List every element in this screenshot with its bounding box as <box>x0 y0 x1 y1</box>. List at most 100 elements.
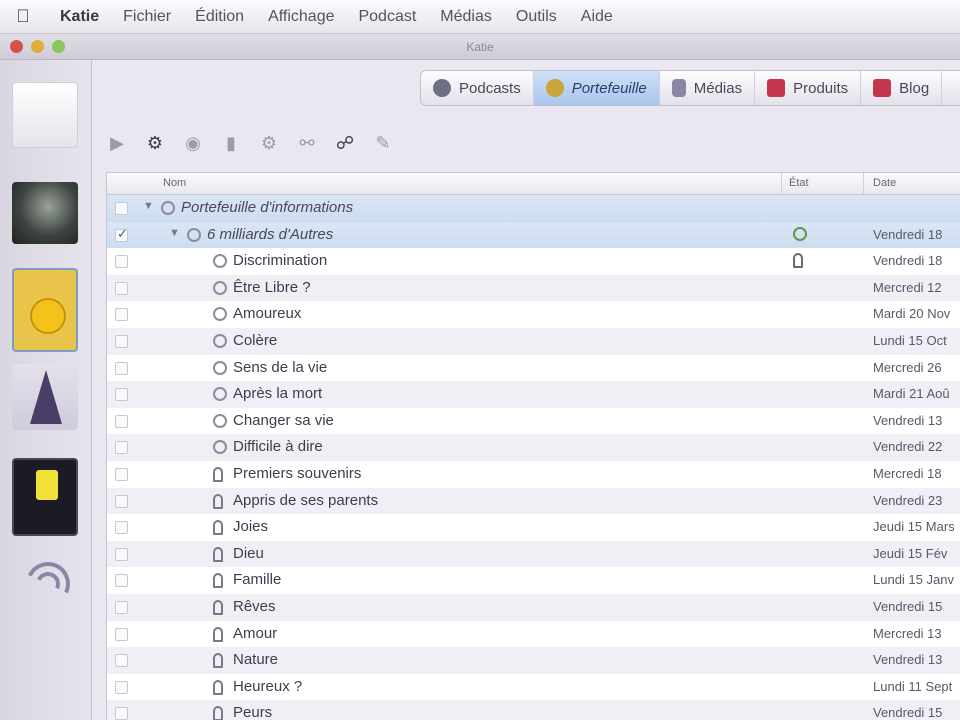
table-row[interactable]: Appris de ses parents Vendredi 23 <box>107 487 960 515</box>
row-checkbox[interactable] <box>115 494 128 508</box>
sidebar-thumbnail-5[interactable] <box>12 458 78 536</box>
menu-medias[interactable]: Médias <box>428 8 504 26</box>
back-arrow-icon[interactable]: ▶ <box>104 130 130 156</box>
row-date: Mercredi 26 <box>873 359 942 375</box>
column-header-date[interactable]: Date <box>873 177 896 189</box>
column-header-name[interactable]: Nom <box>163 177 186 189</box>
link-icon[interactable]: ⚯ <box>294 130 320 156</box>
row-label: Famille <box>233 571 282 589</box>
table-row[interactable]: Joies Jeudi 15 Mars <box>107 514 960 541</box>
row-checkbox[interactable] <box>115 600 128 614</box>
episode-icon <box>213 387 227 402</box>
column-header-etat[interactable]: État <box>789 177 809 189</box>
edit-icon[interactable]: ✎ <box>370 130 396 156</box>
table-row[interactable]: Discrimination Vendredi 18 <box>107 248 960 275</box>
row-checkbox[interactable] <box>115 334 128 348</box>
disclosure-triangle-icon[interactable]: ▼ <box>169 227 180 239</box>
table-row[interactable]: ▼ Portefeuille d'informations <box>107 195 960 222</box>
row-date: Vendredi 13 <box>873 412 943 428</box>
table-row[interactable]: Heureux ? Lundi 11 Sept <box>107 673 960 701</box>
episode-icon <box>213 307 227 322</box>
table-row[interactable]: Amour Mercredi 13 <box>107 620 960 648</box>
row-date: Vendredi 15 <box>873 705 943 720</box>
column-separator <box>863 173 864 195</box>
row-checkbox[interactable] <box>115 521 128 535</box>
portfolio-table: Nom État Date ▼ Portefeuille d'informatio… <box>106 172 960 720</box>
row-checkbox[interactable] <box>115 547 128 561</box>
row-checkbox[interactable] <box>115 441 128 455</box>
menu-edition[interactable]: Édition <box>183 8 256 26</box>
row-checkbox[interactable] <box>115 255 128 269</box>
sidebar-thumbnail-2[interactable] <box>12 182 78 244</box>
row-checkbox[interactable] <box>115 707 128 720</box>
menu-podcast[interactable]: Podcast <box>346 8 428 26</box>
row-checkbox[interactable] <box>115 361 128 375</box>
menu-aide[interactable]: Aide <box>569 8 625 26</box>
document-icon[interactable]: ▮ <box>218 130 244 156</box>
microphone-icon <box>213 599 223 615</box>
row-checkbox[interactable] <box>115 467 128 481</box>
microphone-icon <box>213 520 223 536</box>
sidebar-thumbnail-4[interactable] <box>12 364 78 430</box>
row-date: Mardi 20 Nov <box>873 306 951 322</box>
row-label: Heureux ? <box>233 677 303 695</box>
publish-icon[interactable]: ☍ <box>332 130 358 156</box>
table-row[interactable]: Après la mort Mardi 21 Aoû <box>107 381 960 408</box>
sidebar-thumbnail-3[interactable] <box>12 268 78 352</box>
table-row[interactable]: Colère Lundi 15 Oct <box>107 327 960 355</box>
table-row[interactable]: Être Libre ? Mercredi 12 <box>107 274 960 302</box>
menu-app[interactable]: Katie <box>46 8 111 26</box>
settings-icon[interactable]: ⚙ <box>256 130 282 156</box>
row-label: Être Libre ? <box>233 278 311 296</box>
table-row[interactable]: Dieu Jeudi 15 Fév <box>107 540 960 568</box>
row-checkbox[interactable] <box>115 414 128 428</box>
row-checkbox[interactable] <box>115 574 128 588</box>
apple-menu-icon[interactable]:  <box>0 6 46 27</box>
new-item-icon[interactable]: ⚙ <box>142 130 168 156</box>
row-checkbox[interactable] <box>115 654 128 668</box>
table-row[interactable]: Difficile à dire Vendredi 22 <box>107 434 960 461</box>
state-microphone-icon <box>793 253 803 269</box>
table-row[interactable]: Nature Vendredi 13 <box>107 647 960 674</box>
sidebar-thumbnail-6[interactable] <box>12 554 78 620</box>
row-date: Jeudi 15 Fév <box>873 545 948 561</box>
microphone-icon <box>213 466 223 482</box>
row-label: Peurs <box>233 704 273 720</box>
row-checkbox[interactable] <box>115 226 128 242</box>
row-checkbox[interactable] <box>115 308 128 322</box>
table-row[interactable]: Sens de la vie Mercredi 26 <box>107 354 960 382</box>
menu-outils[interactable]: Outils <box>504 8 569 26</box>
table-row[interactable]: Rêves Vendredi 15 <box>107 593 960 621</box>
table-row[interactable]: Famille Lundi 15 Janv <box>107 567 960 594</box>
table-row[interactable]: Amoureux Mardi 20 Nov <box>107 301 960 328</box>
tab-produits-label: Produits <box>793 79 849 97</box>
sidebar-thumbnail-1[interactable] <box>12 82 78 148</box>
table-row[interactable]: Changer sa vie Vendredi 13 <box>107 407 960 435</box>
row-checkbox[interactable] <box>115 680 128 694</box>
menu-fichier[interactable]: Fichier <box>111 8 183 26</box>
tab-blog[interactable]: Blog <box>861 71 943 105</box>
tab-medias[interactable]: Médias <box>660 71 756 105</box>
row-date: Mercredi 18 <box>873 465 942 481</box>
row-checkbox[interactable] <box>115 627 128 641</box>
tab-podcasts[interactable]: Podcasts <box>421 71 534 105</box>
column-separator <box>781 173 782 195</box>
add-icon[interactable]: ◉ <box>180 130 206 156</box>
toolbar: ▶ ⚙ ◉ ▮ ⚙ ⚯ ☍ ✎ <box>104 122 484 164</box>
row-label: Nature <box>233 651 279 669</box>
row-checkbox[interactable] <box>115 388 128 402</box>
row-checkbox[interactable] <box>115 281 128 295</box>
row-label: Amour <box>233 624 278 642</box>
menu-affichage[interactable]: Affichage <box>256 8 346 26</box>
row-checkbox[interactable] <box>115 202 128 215</box>
disclosure-triangle-icon[interactable]: ▼ <box>143 200 154 212</box>
table-row[interactable]: Premiers souvenirs Mercredi 18 <box>107 460 960 488</box>
tab-portefeuille[interactable]: Portefeuille <box>533 71 660 105</box>
tab-produits[interactable]: Produits <box>755 71 862 105</box>
table-row[interactable]: ▼ 6 milliards d'Autres Vendredi 18 <box>107 221 960 249</box>
episode-icon <box>213 440 227 455</box>
table-row[interactable]: Peurs Vendredi 15 <box>107 700 960 720</box>
row-date: Mercredi 12 <box>873 279 942 295</box>
microphone-icon <box>213 546 223 562</box>
row-date: Lundi 11 Sept <box>873 678 953 694</box>
